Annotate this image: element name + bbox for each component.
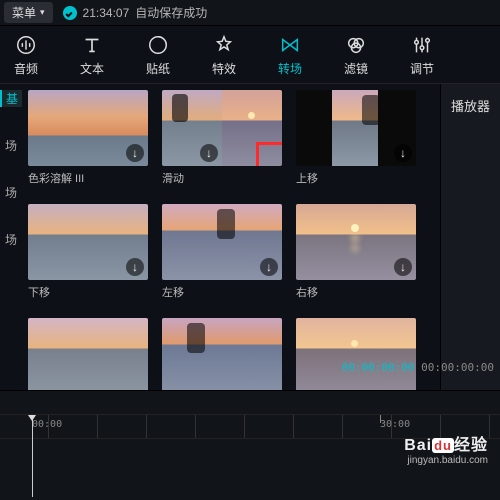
card-title: 右移 (296, 284, 416, 300)
tab-label: 调节 (410, 60, 434, 77)
caret-down-icon: ▾ (40, 7, 45, 18)
tab-adjust[interactable]: 调节 (402, 34, 442, 77)
timeline-toolbar (0, 391, 500, 415)
download-icon[interactable]: ↓ (394, 144, 412, 162)
transition-card[interactable] (28, 318, 148, 394)
time-total: 00:00:00:00 (421, 361, 494, 374)
watermark: Baidu经验 jingyan.baidu.com (404, 431, 488, 466)
transition-card[interactable] (296, 318, 416, 394)
download-icon[interactable]: ↓ (126, 258, 144, 276)
thumbnail: ↓ (296, 204, 416, 280)
watermark-url: jingyan.baidu.com (404, 455, 488, 466)
ruler-tick: 30:00 (380, 419, 410, 430)
category-tabs: 音频 文本 贴纸 特效 转场 滤镜 调节 (0, 26, 500, 84)
transition-card[interactable]: 色彩溶解 ↓ 滑动 (162, 88, 282, 186)
download-icon[interactable]: ↓ (126, 144, 144, 162)
text-icon (81, 34, 103, 56)
tab-label: 转场 (278, 60, 302, 77)
card-title: 上移 (296, 170, 416, 186)
time-current: 00:00:00:00 (342, 361, 415, 374)
tab-label: 音频 (14, 60, 38, 77)
menu-button[interactable]: 菜单 ▾ (4, 2, 53, 23)
tab-audio[interactable]: 音频 (6, 34, 46, 77)
adjust-icon (411, 34, 433, 56)
tab-sticker[interactable]: 贴纸 (138, 34, 178, 77)
transition-card[interactable]: 色彩溶解 II ↓ 上移 (296, 88, 416, 186)
tab-text[interactable]: 文本 (72, 34, 112, 77)
transition-card[interactable]: ↓ 右移 (296, 204, 416, 300)
autosave-time: 21:34:07 (83, 6, 130, 20)
tab-label: 滤镜 (344, 60, 368, 77)
tab-transition[interactable]: 转场 (270, 34, 310, 77)
transition-card[interactable]: ↓ 下移 (28, 204, 148, 300)
thumbnail (28, 318, 148, 394)
card-title: 左移 (162, 284, 282, 300)
thumbnail (296, 318, 416, 394)
tab-effects[interactable]: 特效 (204, 34, 244, 77)
tab-label: 贴纸 (146, 60, 170, 77)
sidebar-item-2[interactable]: 场 (5, 184, 17, 201)
card-title: 滑动 (162, 170, 282, 186)
watermark-brand: Baidu经验 (404, 437, 488, 454)
thumbnail: ↓ (162, 204, 282, 280)
sidebar-item-3[interactable]: 场 (5, 231, 17, 248)
thumbnail: ↓ (28, 90, 148, 166)
thumbnail (162, 318, 282, 394)
autosave-text: 自动保存成功 (135, 4, 207, 21)
gallery-grid: 叠加 ↓ 色彩溶解 III 色彩溶解 ↓ 滑动 色彩溶解 I (28, 88, 436, 394)
effects-icon (213, 34, 235, 56)
sidebar-item-basic[interactable]: 基 (0, 90, 22, 107)
audio-icon (15, 34, 37, 56)
tab-filter[interactable]: 滤镜 (336, 34, 376, 77)
filter-icon (345, 34, 367, 56)
sticker-icon (147, 34, 169, 56)
transition-card[interactable] (162, 318, 282, 394)
autosave-status: 21:34:07 自动保存成功 (63, 4, 208, 21)
card-title: 色彩溶解 III (28, 170, 148, 186)
card-title: 下移 (28, 284, 148, 300)
tab-label: 文本 (80, 60, 104, 77)
thumbnail: ↓ (162, 90, 282, 166)
playhead[interactable] (32, 417, 33, 497)
transition-icon (279, 34, 301, 56)
tab-label: 特效 (212, 60, 236, 77)
thumbnail: ↓ (296, 90, 416, 166)
thumbnail: ↓ (28, 204, 148, 280)
ruler-tick: 00:00 (32, 419, 62, 430)
transition-card[interactable]: ↓ 左移 (162, 204, 282, 300)
download-icon[interactable]: ↓ (260, 258, 278, 276)
check-icon (63, 6, 77, 20)
download-icon[interactable]: ↓ (394, 258, 412, 276)
player-timecode: 00:00:00:00 00:00:00:00 (342, 361, 494, 374)
player-title: 播放器 (451, 96, 490, 432)
sidebar-item-1[interactable]: 场 (5, 137, 17, 154)
download-icon[interactable]: ↓ (200, 144, 218, 162)
menu-label: 菜单 (12, 4, 36, 21)
top-bar: 菜单 ▾ 21:34:07 自动保存成功 (0, 0, 500, 26)
transition-card[interactable]: 叠加 ↓ 色彩溶解 III (28, 88, 148, 186)
